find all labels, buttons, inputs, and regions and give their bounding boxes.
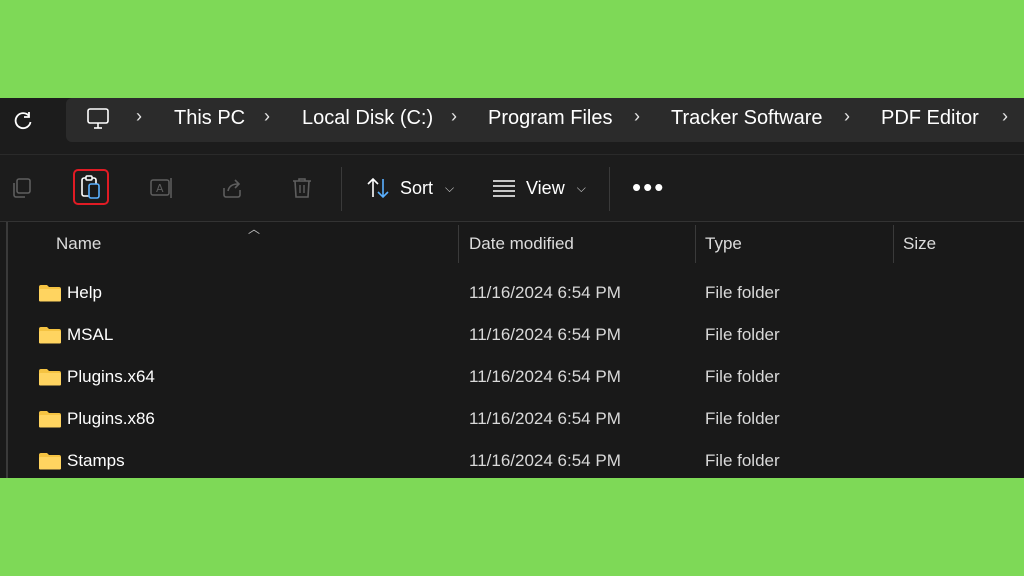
ellipsis-icon: ••• [632,172,666,202]
file-type: File folder [705,367,780,386]
copy-icon [13,178,31,198]
paste-button[interactable] [73,169,109,205]
copy-button[interactable] [8,174,36,202]
column-header-date-modified[interactable]: Date modified [469,234,574,254]
divider [0,221,1024,222]
refresh-icon [14,112,32,130]
column-header-type[interactable]: Type [705,234,742,254]
more-options-button[interactable]: ••• [632,174,665,200]
chevron-right-icon[interactable]: › [634,106,640,127]
chevron-right-icon[interactable]: › [264,106,270,127]
column-header-name[interactable]: Name [56,234,101,254]
file-name: Plugins.x86 [67,409,155,428]
breadcrumb-item-program-files[interactable]: Program Files [488,107,612,130]
chevron-right-icon[interactable]: › [1002,106,1008,127]
refresh-button[interactable] [10,108,36,134]
breadcrumb-item-local-disk[interactable]: Local Disk (C:) [302,107,433,130]
toolbar-divider [341,167,342,211]
file-row[interactable]: Plugins.x86 11/16/2024 6:54 PM File fold… [0,397,1024,439]
column-header-size[interactable]: Size [903,234,936,254]
delete-button[interactable] [288,174,316,202]
chevron-right-icon[interactable]: › [451,106,457,127]
sort-ascending-icon: ︿ [248,222,261,236]
file-date: 11/16/2024 6:54 PM [469,283,621,302]
file-name: Help [67,283,102,302]
breadcrumb-item-this-pc[interactable]: This PC [174,107,245,130]
rename-button[interactable]: A [148,174,176,202]
file-type: File folder [705,283,780,302]
file-name: Plugins.x64 [67,367,155,386]
share-button[interactable] [218,174,246,202]
file-row[interactable]: Help 11/16/2024 6:54 PM File folder [0,271,1024,313]
column-divider[interactable] [458,225,459,263]
breadcrumb-item-tracker-software[interactable]: Tracker Software [671,107,823,130]
breadcrumb: › This PC › Local Disk (C:) › Program Fi… [66,98,1024,142]
trash-icon [293,178,311,198]
toolbar-divider [609,167,610,211]
sort-icon [367,177,389,199]
sort-label: Sort [400,177,434,198]
share-icon [223,179,241,198]
file-date: 11/16/2024 6:54 PM [469,451,621,470]
file-explorer-window: › This PC › Local Disk (C:) › Program Fi… [0,98,1024,478]
sort-button[interactable]: Sort ⌵ [366,173,454,203]
file-name: MSAL [67,325,114,344]
view-icon [493,180,515,197]
folder-icon [39,453,61,470]
file-type: File folder [705,409,780,428]
chevron-right-icon[interactable]: › [844,106,850,127]
view-label: View [526,177,565,198]
file-date: 11/16/2024 6:54 PM [469,325,621,344]
column-divider[interactable] [695,225,696,263]
computer-icon[interactable] [86,108,110,130]
view-button[interactable]: View ⌵ [492,173,586,203]
svg-text:A: A [156,182,164,195]
folder-icon [39,369,61,386]
folder-icon [39,327,61,344]
folder-icon [39,285,61,302]
folder-icon [39,411,61,428]
file-type: File folder [705,451,780,470]
file-row[interactable]: Stamps 11/16/2024 6:54 PM File folder [0,439,1024,478]
chevron-down-icon: ⌵ [445,180,455,195]
rename-icon: A [150,178,172,198]
breadcrumb-item-pdf-editor[interactable]: PDF Editor [881,107,979,130]
file-type: File folder [705,325,780,344]
chevron-down-icon: ⌵ [576,180,586,195]
chevron-right-icon[interactable]: › [136,106,142,127]
file-row[interactable]: MSAL 11/16/2024 6:54 PM File folder [0,313,1024,355]
paste-icon [81,175,100,199]
file-name: Stamps [67,451,125,470]
address-bar: › This PC › Local Disk (C:) › Program Fi… [0,98,1024,154]
file-date: 11/16/2024 6:54 PM [469,367,621,386]
column-divider[interactable] [893,225,894,263]
file-date: 11/16/2024 6:54 PM [469,409,621,428]
file-row[interactable]: Plugins.x64 11/16/2024 6:54 PM File fold… [0,355,1024,397]
command-bar: A Sort ⌵ View ⌵ ••• [0,155,1024,221]
